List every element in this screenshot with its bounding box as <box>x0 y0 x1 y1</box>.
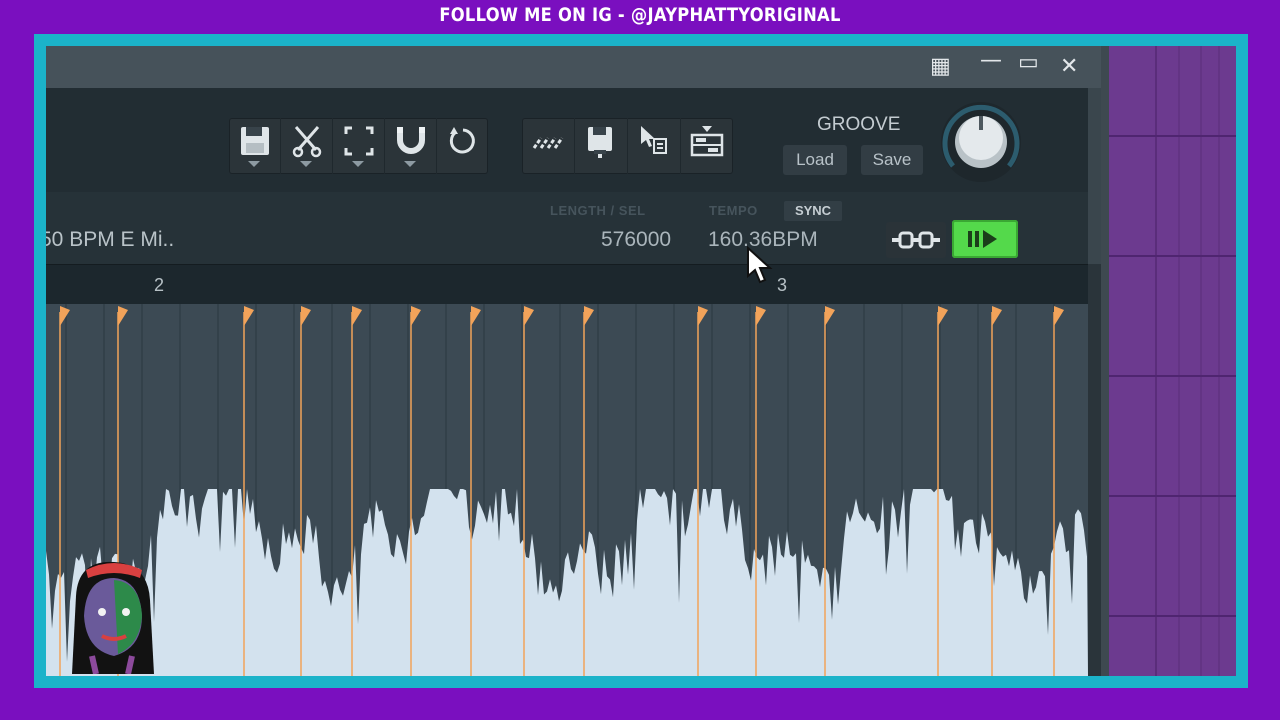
length-sel-label: LENGTH / SEL <box>550 203 646 218</box>
edit-tool-group <box>229 118 488 174</box>
bar-marker-2: 2 <box>154 275 165 295</box>
slice-marker-flag[interactable] <box>244 306 254 326</box>
playlist-grid-lines <box>1101 46 1236 676</box>
waveform-graphic <box>46 304 1088 676</box>
cut-tool-button[interactable] <box>281 118 333 174</box>
grid-view-icon[interactable]: ▦ <box>930 54 951 79</box>
slice-marker-flag[interactable] <box>992 306 1002 326</box>
tempo-label: TEMPO <box>709 203 758 218</box>
groove-load-button[interactable]: Load <box>783 145 847 175</box>
sync-button[interactable]: SYNC <box>784 201 842 221</box>
reload-button[interactable] <box>437 118 488 174</box>
groove-label: GROOVE <box>817 114 901 135</box>
waveform-display[interactable] <box>46 304 1088 676</box>
chain-link-icon <box>892 231 940 249</box>
play-icon <box>968 230 997 248</box>
slice-marker-flag[interactable] <box>825 306 835 326</box>
play-slice-button[interactable] <box>952 220 1018 258</box>
minimize-button[interactable]: — <box>980 48 1002 73</box>
instagram-banner: FOLLOW ME ON IG - @JAYPHATTYORIGINAL <box>439 4 841 26</box>
save-marker-button[interactable] <box>575 118 628 174</box>
sampler-window: ▦ — ▭ ✕ GROOVE Load Save LENGTH / SEL TE… <box>46 46 1236 676</box>
slice-marker-flag[interactable] <box>471 306 481 326</box>
magnet-icon <box>397 127 425 154</box>
slice-chop-button[interactable] <box>681 118 733 174</box>
maximize-button[interactable]: ▭ <box>1018 50 1039 75</box>
knob-icon <box>941 102 1021 182</box>
slice-marker-flag[interactable] <box>756 306 766 326</box>
groove-save-button[interactable]: Save <box>861 145 923 175</box>
window-titlebar: ▦ — ▭ ✕ <box>46 46 1101 88</box>
slice-marker-flag[interactable] <box>411 306 421 326</box>
marker-cursor-button[interactable] <box>628 118 681 174</box>
slice-marker-flag[interactable] <box>938 306 948 326</box>
sample-name: 50 BPM E Mi.. <box>46 228 175 251</box>
slice-marker-flag[interactable] <box>301 306 311 326</box>
mouse-cursor-icon <box>747 246 773 284</box>
select-tool-button[interactable] <box>333 118 385 174</box>
slice-icon <box>690 126 724 157</box>
slice-marker-flag[interactable] <box>524 306 534 326</box>
refresh-icon <box>449 127 475 154</box>
snap-tool-button[interactable] <box>385 118 437 174</box>
timeline-ruler[interactable]: 2 3 <box>46 264 1088 305</box>
save-icon <box>241 127 269 155</box>
chevron-down-icon <box>248 161 260 167</box>
groove-knob[interactable] <box>939 100 1023 189</box>
streamer-avatar <box>72 561 154 674</box>
cursor-marker-icon <box>641 126 667 154</box>
panel-edge <box>1088 88 1101 264</box>
link-button[interactable] <box>886 222 946 258</box>
chevron-down-icon <box>352 161 364 167</box>
save-marker-icon <box>588 127 612 158</box>
beat-detect-button[interactable] <box>522 118 575 174</box>
save-sample-button[interactable] <box>229 118 281 174</box>
slice-tool-group <box>522 118 733 174</box>
slice-marker-flag[interactable] <box>352 306 362 326</box>
chevron-down-icon <box>300 161 312 167</box>
selection-icon <box>344 126 374 156</box>
scissors-icon <box>292 126 322 158</box>
beat-detect-icon <box>532 137 564 149</box>
close-button[interactable]: ✕ <box>1060 54 1078 79</box>
playlist-grid-background <box>1101 46 1236 676</box>
chevron-down-icon <box>404 161 416 167</box>
waveform-shape <box>46 489 1088 676</box>
bar-marker-3: 3 <box>777 275 788 295</box>
slice-marker-flag[interactable] <box>1054 306 1064 326</box>
slice-marker-flag[interactable] <box>118 306 128 326</box>
scroll-divider <box>1088 264 1101 676</box>
length-value[interactable]: 576000 <box>601 228 671 252</box>
slice-marker-flag[interactable] <box>584 306 594 326</box>
slice-marker-flag[interactable] <box>698 306 708 326</box>
